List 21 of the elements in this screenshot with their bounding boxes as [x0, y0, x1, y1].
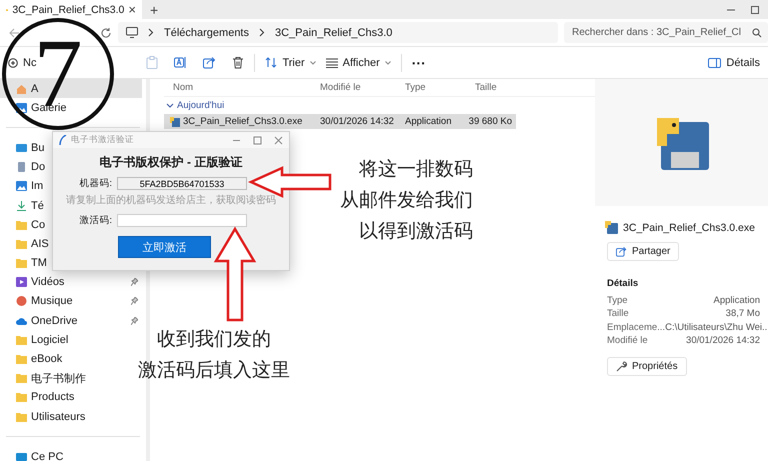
- property-label: Emplaceme...: [607, 322, 666, 335]
- property-value: 30/01/2026 14:32: [686, 335, 760, 348]
- file-name: 3C_Pain_Relief_Chs3.0.exe: [623, 222, 755, 234]
- property-label: Type: [607, 295, 628, 308]
- property-value: Application: [714, 295, 760, 308]
- section-title: Détails: [607, 278, 638, 289]
- hint-text: 请复制上面的机器码发送给店主，获取阅读密码: [65, 194, 277, 207]
- dialog-title: 电子书激活验证: [71, 134, 135, 146]
- file-name: 3C_Pain_Relief_Chs3.0.exe: [170, 116, 302, 127]
- annotation-text: 将这一排数码 从邮件发给我们 以得到激活码: [340, 158, 473, 244]
- property-label: Taille: [607, 308, 629, 322]
- dialog-heading: 电子书版权保护 - 正版验证: [98, 154, 244, 170]
- field-label: 机器码:: [78, 177, 112, 190]
- field-label: 激活码:: [78, 214, 112, 227]
- annotation-text: 收到我们发的 激活码后填入这里: [137, 328, 291, 383]
- file-type: Application: [405, 116, 452, 127]
- modified-date: 30/01/2026 14:32: [320, 116, 394, 127]
- property-label: Modifié le: [607, 335, 648, 348]
- file-size: 39 680 Ko: [468, 116, 512, 127]
- property-value: C:\Utilisateurs\Zhu Wei...: [665, 322, 768, 335]
- property-value: 38,7 Mo: [726, 308, 760, 322]
